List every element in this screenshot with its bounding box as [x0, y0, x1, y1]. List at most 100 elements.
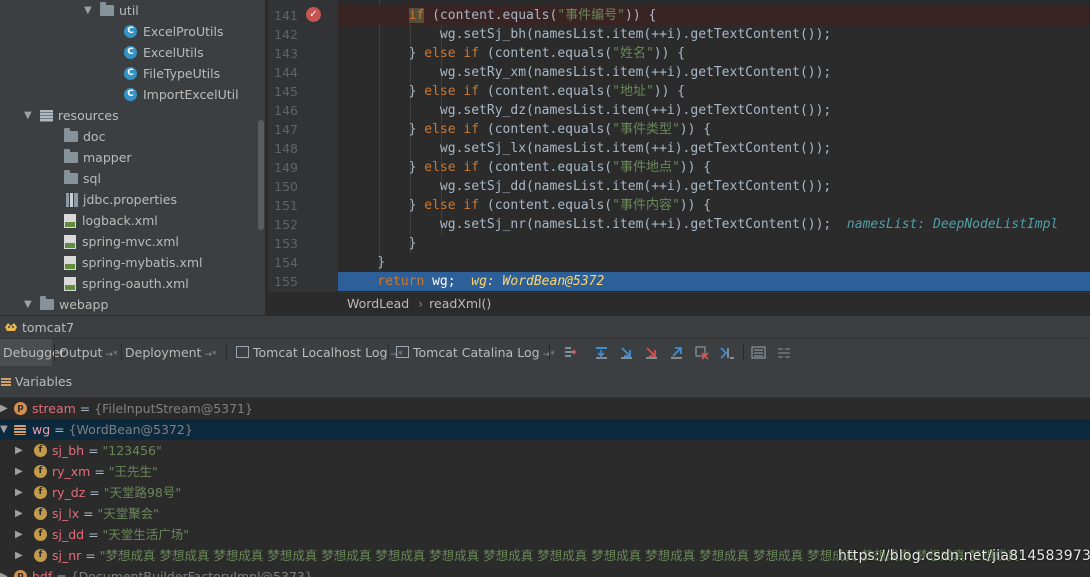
- tree-item-spring-oauth-xml[interactable]: spring-oauth.xml: [64, 273, 189, 294]
- code-brace: }: [408, 84, 425, 99]
- tree-scrollbar[interactable]: [258, 120, 264, 230]
- tree-item-importexcelutil[interactable]: C ImportExcelUtil: [124, 84, 239, 105]
- chevron-right-icon[interactable]: ▶: [15, 482, 23, 503]
- pin-tab-icon[interactable]: →*: [204, 350, 216, 360]
- line-number[interactable]: 153: [268, 234, 298, 253]
- code-line[interactable]: }: [338, 234, 1090, 253]
- variable-row-ry-xm[interactable]: ▶ f ry_xm = "王先生": [0, 461, 1090, 482]
- code-editor[interactable]: if (content.equals("事件编号")) { wg.setSj_b…: [338, 0, 1090, 292]
- force-step-into-icon[interactable]: [644, 345, 659, 360]
- chevron-down-icon[interactable]: ▼: [24, 294, 34, 315]
- line-number[interactable]: 150: [268, 177, 298, 196]
- chevron-right-icon[interactable]: ▶: [15, 440, 23, 461]
- tree-item-resources[interactable]: ▼ resources: [24, 105, 119, 126]
- tab-deployment[interactable]: Deployment →*: [122, 339, 217, 366]
- code-line[interactable]: wg.setRy_dz(namesList.item(++i).getTextC…: [338, 101, 1090, 120]
- run-to-cursor-icon[interactable]: [719, 345, 734, 360]
- code-line[interactable]: wg.setRy_xm(namesList.item(++i).getTextC…: [338, 63, 1090, 82]
- tree-item-spring-mvc-xml[interactable]: spring-mvc.xml: [64, 231, 179, 252]
- chevron-right-icon[interactable]: ▶: [15, 461, 23, 482]
- variable-row-bdf[interactable]: ▶ p bdf = {DocumentBuilderFactoryImpl@5373…: [0, 566, 1090, 577]
- line-number[interactable]: 142: [268, 25, 298, 44]
- tree-item-label: FileTypeUtils: [143, 66, 221, 81]
- chevron-right-icon[interactable]: ▶: [15, 545, 23, 566]
- tree-item-excelutils[interactable]: C ExcelUtils: [124, 42, 204, 63]
- pin-tab-icon[interactable]: →*: [105, 350, 117, 360]
- line-number[interactable]: 146: [268, 101, 298, 120]
- project-tree[interactable]: ▼ util C ExcelProUtils C ExcelUtils C FileTypeU…: [0, 0, 265, 315]
- variable-row-stream[interactable]: ▶ p stream = {FileInputStream@5371}: [0, 398, 1090, 419]
- chevron-right-icon[interactable]: ▶: [0, 398, 8, 419]
- evaluate-expression-icon[interactable]: [751, 345, 766, 360]
- chevron-down-icon[interactable]: ▼: [24, 105, 34, 126]
- code-text: (content.equals(: [479, 160, 613, 175]
- chevron-down-icon[interactable]: ▼: [0, 419, 8, 440]
- step-out-icon[interactable]: [669, 345, 684, 360]
- breakpoint-icon[interactable]: ✓: [306, 7, 321, 22]
- tree-item-spring-mybatis-xml[interactable]: spring-mybatis.xml: [64, 252, 203, 273]
- code-line[interactable]: if (content.equals("事件编号")) {: [338, 6, 1090, 25]
- line-number[interactable]: 147: [268, 120, 298, 139]
- code-line[interactable]: } else if (content.equals("姓名")) {: [338, 44, 1090, 63]
- tree-item-mapper[interactable]: mapper: [64, 147, 132, 168]
- show-execution-point-icon[interactable]: [563, 345, 578, 360]
- code-line[interactable]: }: [338, 253, 1090, 272]
- variable-row-sj-bh[interactable]: ▶ f sj_bh = "123456": [0, 440, 1090, 461]
- tab-tomcat-localhost-log[interactable]: Tomcat Localhost Log →*: [231, 339, 402, 366]
- code-line[interactable]: wg.setSj_bh(namesList.item(++i).getTextC…: [338, 25, 1090, 44]
- variable-value: "天堂路98号": [103, 485, 182, 500]
- code-text: )) {: [679, 198, 712, 213]
- tree-item-filetypeutils[interactable]: C FileTypeUtils: [124, 63, 220, 84]
- code-line[interactable]: } else if (content.equals("事件内容")) {: [338, 196, 1090, 215]
- tab-output[interactable]: Output →*: [56, 339, 120, 366]
- variable-row-ry-dz[interactable]: ▶ f ry_dz = "天堂路98号": [0, 482, 1090, 503]
- variable-row-sj-dd[interactable]: ▶ f sj_dd = "天堂生活广场": [0, 524, 1090, 545]
- tree-item-excelproutils[interactable]: C ExcelProUtils: [124, 21, 223, 42]
- tree-item-doc[interactable]: doc: [64, 126, 105, 147]
- code-line[interactable]: } else if (content.equals("事件地点")) {: [338, 158, 1090, 177]
- code-line[interactable]: wg.setSj_lx(namesList.item(++i).getTextC…: [338, 139, 1090, 158]
- step-over-icon[interactable]: [594, 345, 609, 360]
- line-number[interactable]: 151: [268, 196, 298, 215]
- line-number[interactable]: 145: [268, 82, 298, 101]
- tree-item-sql[interactable]: sql: [64, 168, 101, 189]
- chevron-right-icon[interactable]: ▶: [15, 524, 23, 545]
- tab-tomcat-catalina-log[interactable]: Tomcat Catalina Log→*: [391, 339, 555, 366]
- code-line[interactable]: } else if (content.equals("地址")) {: [338, 82, 1090, 101]
- chevron-down-icon[interactable]: ▼: [84, 0, 94, 21]
- code-line[interactable]: } else if (content.equals("事件类型")) {: [338, 120, 1090, 139]
- code-text: wg.setSj_bh(namesList.item(++i).getTextC…: [439, 27, 832, 42]
- tree-item-logback-xml[interactable]: logback.xml: [64, 210, 158, 231]
- tree-item-jdbc-properties[interactable]: jdbc.properties: [66, 189, 177, 210]
- line-number[interactable]: 143: [268, 44, 298, 63]
- run-config-label[interactable]: tomcat7: [22, 316, 74, 339]
- code-line[interactable]: wg.setSj_dd(namesList.item(++i).getTextC…: [338, 177, 1090, 196]
- variable-row-sj-lx[interactable]: ▶ f sj_lx = "天堂聚会": [0, 503, 1090, 524]
- line-number[interactable]: 152: [268, 215, 298, 234]
- tab-debugger[interactable]: Debugger: [0, 339, 65, 366]
- code-line[interactable]: return wg; wg: WordBean@5372: [338, 272, 1090, 291]
- variable-name: ry_dz = "天堂路98号": [52, 482, 181, 503]
- chevron-right-icon[interactable]: ▶: [15, 503, 23, 524]
- drop-frame-icon[interactable]: [694, 345, 709, 360]
- tree-item-webapp[interactable]: ▼ webapp: [24, 294, 108, 315]
- tab-separator: [54, 344, 55, 361]
- variable-row-wg[interactable]: ▼ wg = {WordBean@5372}: [0, 419, 1090, 440]
- line-number[interactable]: 148: [268, 139, 298, 158]
- breadcrumb-method[interactable]: readXml(): [429, 296, 491, 311]
- tree-item-util[interactable]: ▼ util: [84, 0, 139, 21]
- code-line[interactable]: wg.setSj_nr(namesList.item(++i).getTextC…: [338, 215, 1090, 234]
- trace-icon[interactable]: [776, 345, 791, 360]
- line-number[interactable]: 144: [268, 63, 298, 82]
- chevron-right-icon[interactable]: ▶: [0, 566, 8, 577]
- tree-item-label: jdbc.properties: [83, 192, 177, 207]
- variable-name-text: sj_nr: [52, 548, 82, 563]
- line-number[interactable]: 149: [268, 158, 298, 177]
- variable-equals: =: [79, 506, 98, 521]
- breadcrumb-class[interactable]: WordLead: [347, 296, 409, 311]
- step-into-icon[interactable]: [619, 345, 634, 360]
- line-number[interactable]: 155: [268, 272, 298, 291]
- line-number[interactable]: 141: [268, 6, 298, 25]
- line-number[interactable]: 154: [268, 253, 298, 272]
